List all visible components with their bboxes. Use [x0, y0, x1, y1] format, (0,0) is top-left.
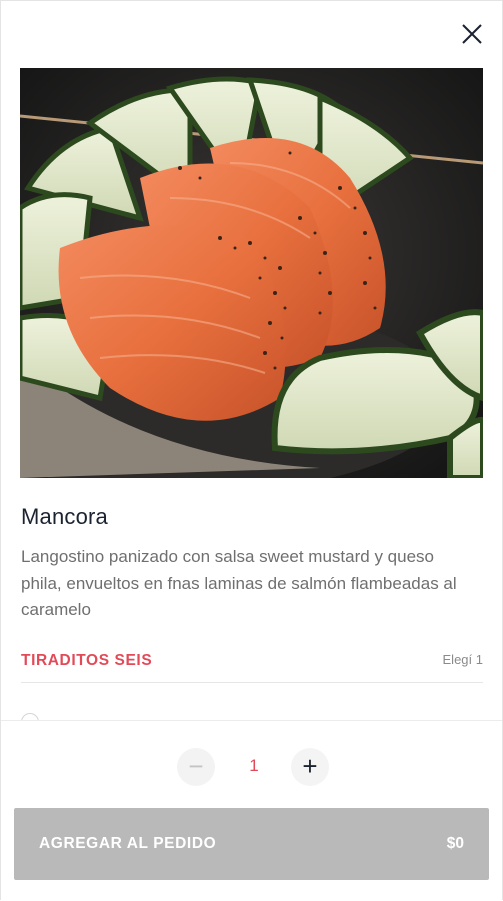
- product-description: Langostino panizado con salsa sweet must…: [21, 547, 457, 619]
- quantity-stepper: − 1 +: [177, 748, 331, 786]
- increase-quantity-button[interactable]: +: [291, 748, 329, 786]
- close-button[interactable]: [459, 21, 485, 47]
- close-icon: [462, 24, 482, 44]
- decrease-quantity-button[interactable]: −: [177, 748, 215, 786]
- add-to-order-label: AGREGAR AL PEDIDO: [39, 835, 217, 852]
- quantity-value: 1: [249, 756, 259, 775]
- add-to-order-button[interactable]: AGREGAR AL PEDIDO $0: [14, 808, 489, 880]
- option-group-hint: Elegí 1: [442, 652, 483, 667]
- option-group-title: TIRADITOS SEIS: [21, 652, 153, 669]
- modal-footer: − 1 + AGREGAR AL PEDIDO $0: [1, 720, 502, 901]
- product-image: [20, 68, 483, 478]
- product-title: Mancora: [21, 504, 108, 529]
- order-price: $0: [446, 835, 464, 852]
- product-modal: Mancora Langostino panizado con salsa sw…: [0, 0, 503, 901]
- option-group-header: TIRADITOS SEIS Elegí 1: [21, 646, 483, 683]
